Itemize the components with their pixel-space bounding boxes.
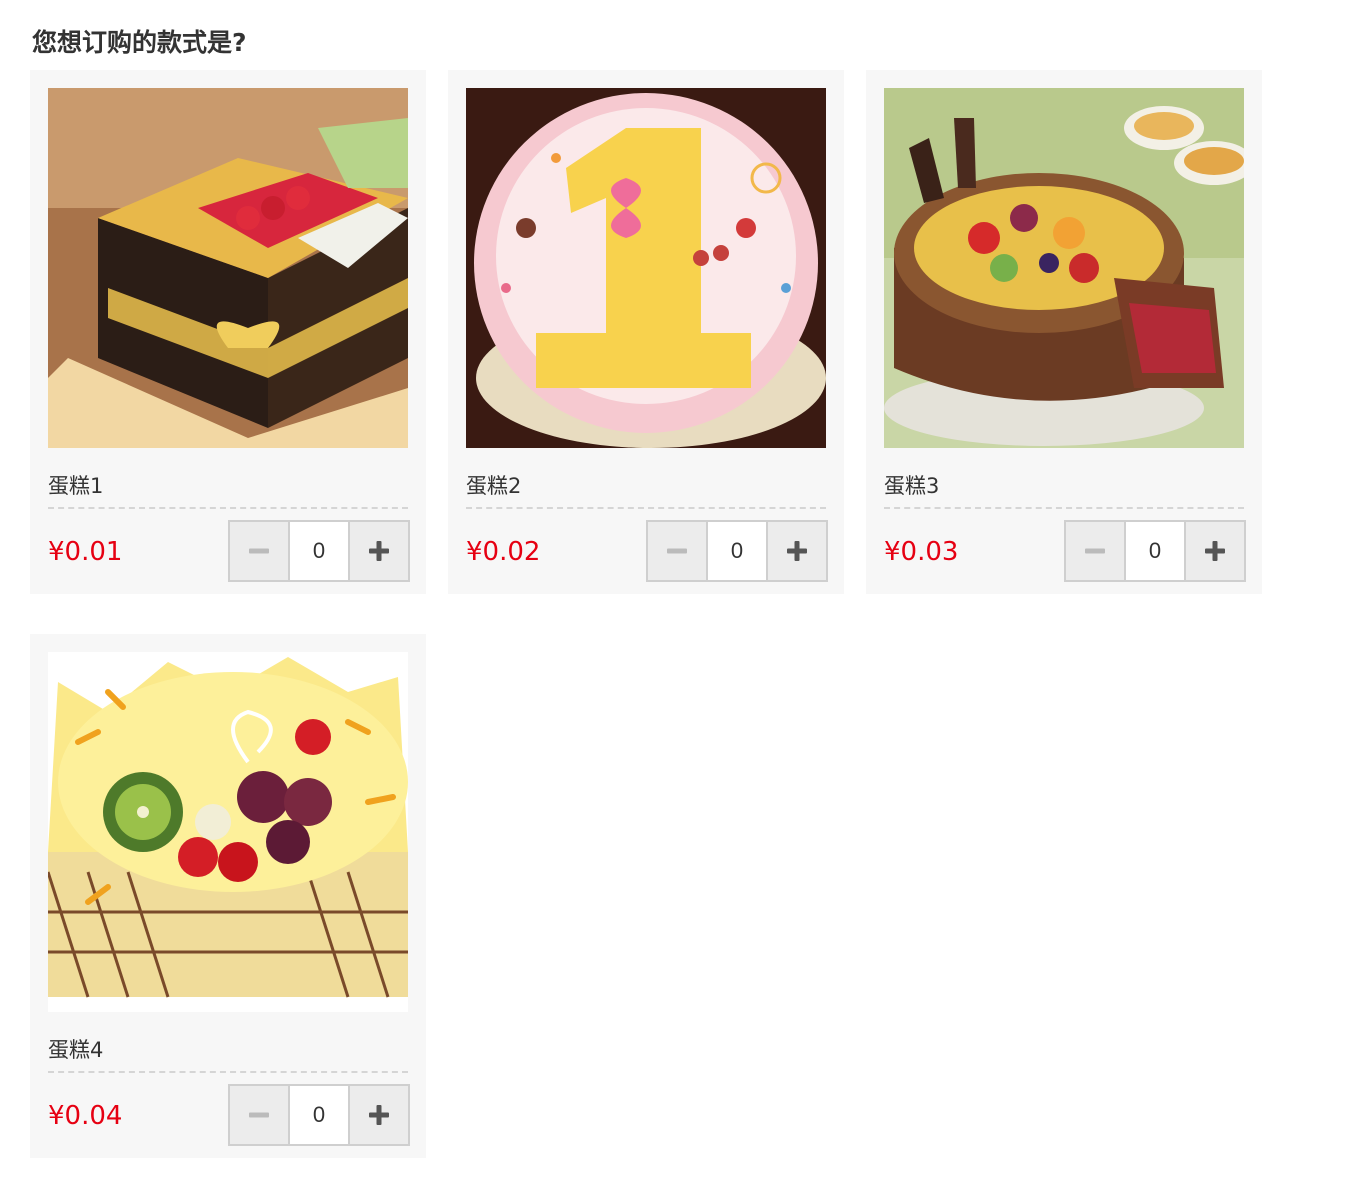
plus-icon xyxy=(787,541,807,561)
quantity-value[interactable]: 0 xyxy=(290,522,348,580)
quantity-value[interactable]: 0 xyxy=(1126,522,1184,580)
product-name: 蛋糕2 xyxy=(466,474,522,498)
minus-icon xyxy=(1085,548,1105,554)
divider xyxy=(466,507,826,509)
quantity-value[interactable]: 0 xyxy=(708,522,766,580)
product-image-fruit-box-cake[interactable] xyxy=(48,88,408,448)
product-card[interactable]: 蛋糕3 ¥0.03 0 xyxy=(866,70,1262,594)
product-image-chocolate-fruit-cake[interactable] xyxy=(884,88,1244,448)
product-card[interactable]: 蛋糕2 ¥0.02 0 xyxy=(448,70,844,594)
product-price: ¥0.01 xyxy=(48,537,123,567)
product-name: 蛋糕1 xyxy=(48,474,104,498)
decrease-quantity-button[interactable] xyxy=(230,1086,290,1144)
product-price: ¥0.04 xyxy=(48,1101,123,1131)
plus-icon xyxy=(369,1105,389,1125)
page-question-title: 您想订购的款式是? xyxy=(32,28,247,57)
product-price: ¥0.02 xyxy=(466,537,541,567)
plus-icon xyxy=(1205,541,1225,561)
divider xyxy=(48,1071,408,1073)
decrease-quantity-button[interactable] xyxy=(230,522,290,580)
product-card[interactable]: 蛋糕1 ¥0.01 0 xyxy=(30,70,426,594)
quantity-stepper: 0 xyxy=(228,1084,410,1146)
quantity-stepper: 0 xyxy=(1064,520,1246,582)
product-image-mango-fruit-cake[interactable] xyxy=(48,652,408,1012)
increase-quantity-button[interactable] xyxy=(348,1086,408,1144)
increase-quantity-button[interactable] xyxy=(1184,522,1244,580)
divider xyxy=(884,507,1244,509)
quantity-value[interactable]: 0 xyxy=(290,1086,348,1144)
product-image-number-one-birthday-cake[interactable] xyxy=(466,88,826,448)
plus-icon xyxy=(369,541,389,561)
divider xyxy=(48,507,408,509)
increase-quantity-button[interactable] xyxy=(348,522,408,580)
decrease-quantity-button[interactable] xyxy=(1066,522,1126,580)
increase-quantity-button[interactable] xyxy=(766,522,826,580)
product-name: 蛋糕4 xyxy=(48,1038,104,1062)
minus-icon xyxy=(249,1112,269,1118)
product-name: 蛋糕3 xyxy=(884,474,940,498)
decrease-quantity-button[interactable] xyxy=(648,522,708,580)
minus-icon xyxy=(667,548,687,554)
quantity-stepper: 0 xyxy=(646,520,828,582)
minus-icon xyxy=(249,548,269,554)
product-price: ¥0.03 xyxy=(884,537,959,567)
quantity-stepper: 0 xyxy=(228,520,410,582)
product-card[interactable]: 蛋糕4 ¥0.04 0 xyxy=(30,634,426,1158)
